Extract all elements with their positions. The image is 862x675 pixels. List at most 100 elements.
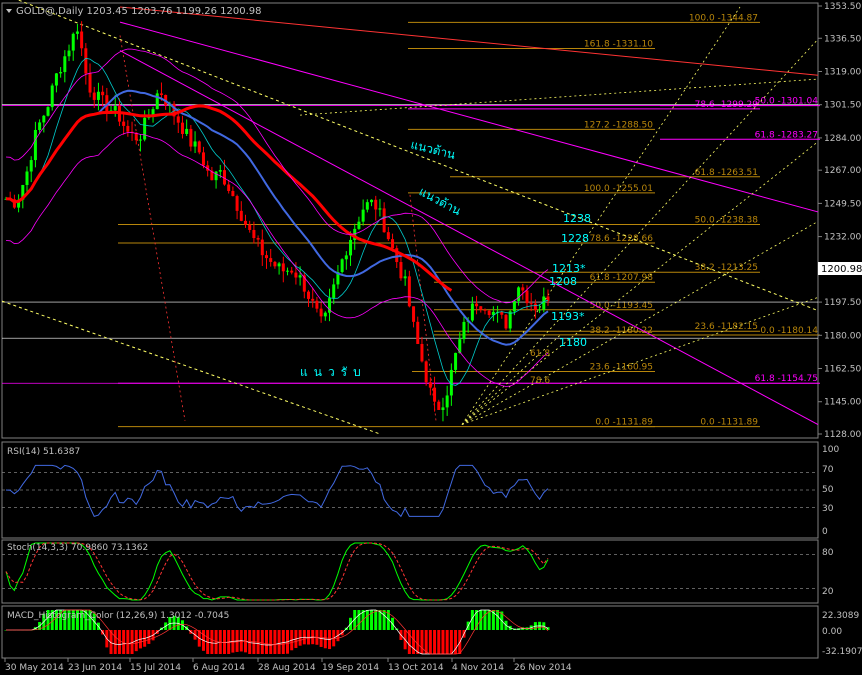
candle-body: [273, 261, 277, 267]
candle-body: [92, 92, 96, 100]
candle-body: [504, 314, 508, 329]
candle-body: [420, 343, 424, 362]
rsi-plot: [2, 464, 818, 518]
candle-body: [277, 263, 281, 267]
candle-body: [298, 275, 302, 278]
thai-support: แนวรับ: [300, 365, 367, 379]
macd-bar: [483, 610, 487, 630]
fib-label: 50.0 -1301.04: [755, 97, 819, 107]
candle-body: [416, 321, 420, 344]
candle-body: [96, 91, 100, 100]
candle-body: [521, 287, 525, 291]
fib-label: 38.2 -1213.25: [695, 263, 758, 273]
candle-body: [479, 306, 483, 310]
candle-body: [361, 209, 365, 222]
macd-bar: [374, 610, 378, 630]
macd-bar: [210, 630, 214, 654]
candle-body: [214, 171, 218, 181]
candle-body: [269, 258, 273, 262]
candle-body: [508, 311, 512, 329]
date-label: 6 Aug 2014: [193, 663, 245, 673]
ma-fast-line: [5, 57, 549, 386]
candle-body: [256, 238, 260, 240]
candle-body: [307, 291, 311, 299]
candle-body: [248, 224, 252, 230]
candle-body: [143, 117, 147, 140]
candle-body: [533, 303, 537, 311]
macd-bar: [126, 630, 130, 654]
macd-bar: [433, 630, 437, 654]
macd-bar: [222, 630, 226, 654]
price-tick-label: 1145.00: [824, 398, 861, 408]
candle-body: [235, 196, 239, 211]
candle-body: [193, 141, 197, 147]
small-fib-786: 78.6: [530, 376, 550, 386]
date-label: 15 Jul 2014: [130, 663, 181, 673]
price-tick-label: 1162.50: [824, 365, 861, 375]
chart-canvas: 100.0 -1344.87161.8 -1331.1078.6 -1299.2…: [1, 0, 862, 673]
candle-body: [445, 395, 449, 408]
macd-bar: [264, 630, 268, 654]
candle-body: [332, 284, 336, 299]
macd-bar: [445, 630, 449, 654]
macd-bar: [113, 630, 117, 654]
candle-body: [126, 125, 130, 132]
price-tick-label: 1353.50: [824, 2, 861, 12]
macd-bar: [117, 630, 121, 654]
level-1228: 1228: [561, 232, 589, 245]
candle-body: [357, 221, 361, 229]
rsi-tick-70: 70: [822, 465, 834, 475]
candle-body: [382, 208, 386, 233]
price-tick-label: 1284.00: [824, 134, 861, 144]
candle-body: [252, 229, 256, 239]
date-label: 19 Sep 2014: [322, 663, 379, 673]
candle-body: [50, 85, 54, 108]
candle-body: [294, 272, 298, 278]
candle-body: [424, 361, 428, 383]
fib-label: 78.6 -1228.66: [590, 234, 654, 244]
small-fib-618: 61.8: [530, 349, 550, 359]
macd-bar: [412, 630, 416, 654]
date-label: 28 Aug 2014: [258, 663, 316, 673]
candle-body: [29, 160, 33, 172]
candle-body: [239, 210, 243, 221]
candle-body: [42, 115, 46, 123]
fib-label: 61.8 -1207.98: [590, 273, 654, 283]
collapse-triangle-icon[interactable]: [6, 9, 12, 13]
macd-title: MACD_Histogram_Color (12,26,9) 1.3012 -0…: [7, 611, 229, 621]
level-1180: 1180: [559, 336, 587, 349]
rsi-tick-50: 50: [822, 485, 834, 495]
fib-label: 161.8 -1331.10: [584, 40, 653, 50]
macd-tick-top: 22.3089: [822, 611, 859, 621]
date-label: 23 Jun 2014: [68, 663, 122, 673]
level-1238: 1238: [563, 212, 591, 225]
candle-body: [71, 33, 75, 51]
macd-bar: [420, 630, 424, 654]
candle-body: [365, 202, 369, 210]
candle-body: [475, 303, 479, 307]
thai-resistance-1: แนวต้าน: [409, 137, 456, 162]
candle-body: [67, 50, 71, 57]
macd-bar: [416, 630, 420, 654]
candle-body: [349, 239, 353, 256]
candle-body: [122, 121, 126, 126]
macd-bar: [382, 610, 386, 630]
price-axis: 1353.50 1336.50 1319.00 1301.50 1284.00 1267.…: [818, 2, 861, 440]
macd-bar: [496, 610, 500, 630]
candle-body: [243, 220, 247, 225]
fan-line: [461, 221, 819, 425]
candle-body: [159, 93, 163, 95]
fib-label: 23.6 -1182.15: [695, 322, 758, 332]
macd-bar: [437, 630, 441, 654]
candle-body: [433, 387, 437, 402]
candle-body: [386, 232, 390, 240]
price-tick-label: 1336.50: [824, 34, 861, 44]
date-label: 26 Nov 2014: [514, 663, 572, 673]
fib-label: 50.0 -1238.38: [695, 215, 759, 225]
candle-body: [63, 56, 67, 73]
candle-body: [80, 31, 84, 49]
main-plot: 100.0 -1344.87161.8 -1331.1078.6 -1299.2…: [1, 0, 820, 435]
candle-body: [84, 48, 88, 74]
macd-tick-bottom: -32.1907: [822, 647, 862, 657]
fib-label: 127.2 -1288.50: [584, 120, 653, 130]
